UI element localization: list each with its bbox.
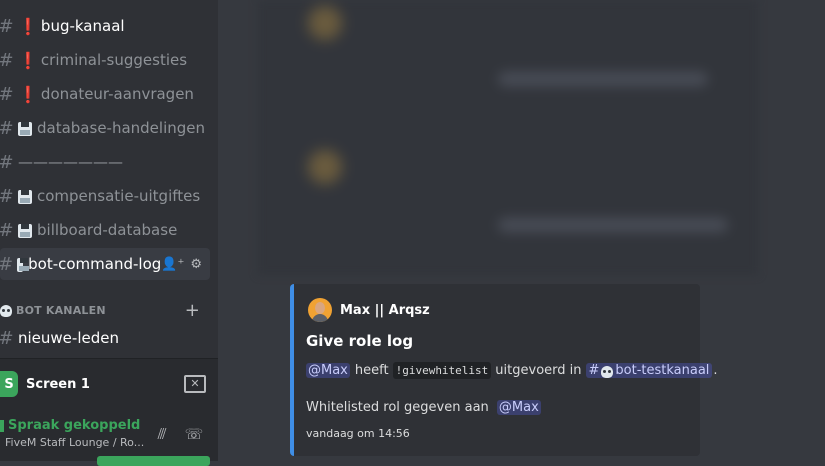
- green-action-button[interactable]: [97, 456, 210, 466]
- hash-icon: #: [588, 363, 600, 378]
- noise-suppression-icon[interactable]: ⫻: [152, 424, 172, 444]
- author-name: Max || Arqsz: [340, 302, 430, 318]
- screen-share-icon: S: [0, 371, 18, 397]
- bot-embed-message: Max || Arqsz Give role log @Max heeft !g…: [290, 284, 718, 456]
- screen-share-label: Screen 1: [26, 376, 90, 392]
- channel-label: bug-kanaal: [40, 17, 125, 35]
- channel-label: bot-command-log: [28, 255, 162, 273]
- warning-icon: ❗: [18, 50, 38, 70]
- channel-label: donateur-aanvragen: [40, 85, 194, 103]
- blurred-avatar: [308, 150, 342, 184]
- hash-icon: #: [0, 50, 14, 71]
- hash-icon: #: [0, 220, 14, 241]
- floppy-disk-icon: [18, 224, 32, 238]
- hash-icon: #: [0, 186, 14, 207]
- floppy-disk-icon: [17, 258, 30, 272]
- channel-sidebar: # ❗ bug-kanaal # ❗ criminal-suggesties #…: [0, 0, 218, 461]
- channel-label: nieuwe-leden: [18, 329, 119, 347]
- channel-separator[interactable]: # ———————: [0, 146, 210, 178]
- embed-title: Give role log: [306, 332, 414, 350]
- stop-stream-icon[interactable]: ✕: [184, 375, 206, 393]
- user-mention[interactable]: @Max: [496, 400, 541, 415]
- channel-label: billboard-database: [37, 221, 178, 239]
- hash-icon: #: [0, 328, 14, 349]
- blurred-text: [498, 218, 728, 232]
- channel-actions: 👤⁺ ⚙: [161, 257, 202, 272]
- floppy-disk-icon: [18, 122, 32, 136]
- settings-gear-icon[interactable]: ⚙: [190, 257, 202, 272]
- hash-icon: #: [0, 152, 14, 173]
- screen-share-row[interactable]: S Screen 1 ✕: [0, 368, 218, 400]
- hash-icon: #: [0, 254, 13, 275]
- desc-text: heeft: [354, 363, 389, 378]
- channel-donateur-aanvragen[interactable]: # ❗ donateur-aanvragen: [0, 78, 210, 110]
- embed-description: @Max heeft !givewhitelist uitgevoerd in …: [306, 362, 718, 379]
- blurred-messages: [258, 0, 758, 275]
- voice-status[interactable]: Spraak gekoppeld: [0, 418, 140, 433]
- channel-mention-label: bot-testkanaal: [615, 363, 710, 378]
- add-channel-plus-icon[interactable]: +: [185, 300, 200, 321]
- channel-compensatie-uitgiftes[interactable]: # compensatie-uitgiftes: [0, 180, 210, 212]
- voice-status-label: Spraak gekoppeld: [8, 418, 141, 433]
- channel-bot-command-log[interactable]: # bot-command-log 👤⁺ ⚙: [0, 248, 210, 280]
- voice-panel: S Screen 1 ✕ Spraak gekoppeld FiveM Staf…: [0, 358, 218, 461]
- embed-field: Whitelisted rol gegeven aan @Max: [306, 400, 541, 415]
- warning-icon: ❗: [18, 16, 38, 36]
- embed-timestamp: vandaag om 14:56: [306, 427, 410, 440]
- channel-label: criminal-suggesties: [40, 51, 188, 69]
- channel-label: compensatie-uitgiftes: [37, 187, 201, 205]
- skull-icon: [0, 305, 12, 317]
- category-label: BOT KANALEN: [16, 303, 106, 317]
- channel-bug-kanaal[interactable]: # ❗ bug-kanaal: [0, 10, 210, 42]
- invite-icon[interactable]: 👤⁺: [161, 257, 184, 272]
- floppy-disk-icon: [18, 190, 32, 204]
- signal-icon: [0, 419, 4, 432]
- category-bot-kanalen[interactable]: BOT KANALEN +: [0, 300, 210, 321]
- hash-icon: #: [0, 118, 14, 139]
- channel-nieuwe-leden[interactable]: # nieuwe-leden: [0, 322, 210, 354]
- author-avatar: [308, 298, 332, 322]
- channel-label: ———————: [18, 153, 123, 171]
- channel-database-handelingen[interactable]: # database-handelingen: [0, 112, 210, 144]
- desc-text: uitgevoerd in: [495, 363, 582, 378]
- disconnect-icon[interactable]: ☏: [184, 424, 204, 444]
- desc-end: .: [713, 363, 718, 378]
- hash-icon: #: [0, 84, 14, 105]
- voice-connection-row: Spraak gekoppeld FiveM Staff Lounge / Ro…: [0, 418, 218, 458]
- voice-channel-name[interactable]: FiveM Staff Lounge / Ro...: [5, 436, 145, 449]
- field-text: Whitelisted rol gegeven aan: [306, 400, 489, 415]
- blurred-avatar: [308, 6, 342, 40]
- command-code: !givewhitelist: [392, 362, 492, 379]
- channel-criminal-suggesties[interactable]: # ❗ criminal-suggesties: [0, 44, 210, 76]
- channel-label: database-handelingen: [37, 119, 206, 137]
- skull-icon: [601, 365, 614, 378]
- blurred-text: [498, 72, 708, 86]
- channel-billboard-database[interactable]: # billboard-database: [0, 214, 210, 246]
- hash-icon: #: [0, 16, 14, 37]
- channel-mention[interactable]: # bot-testkanaal: [585, 363, 713, 378]
- user-mention[interactable]: @Max: [306, 363, 350, 378]
- warning-icon: ❗: [18, 84, 38, 104]
- embed-author[interactable]: Max || Arqsz: [308, 298, 430, 322]
